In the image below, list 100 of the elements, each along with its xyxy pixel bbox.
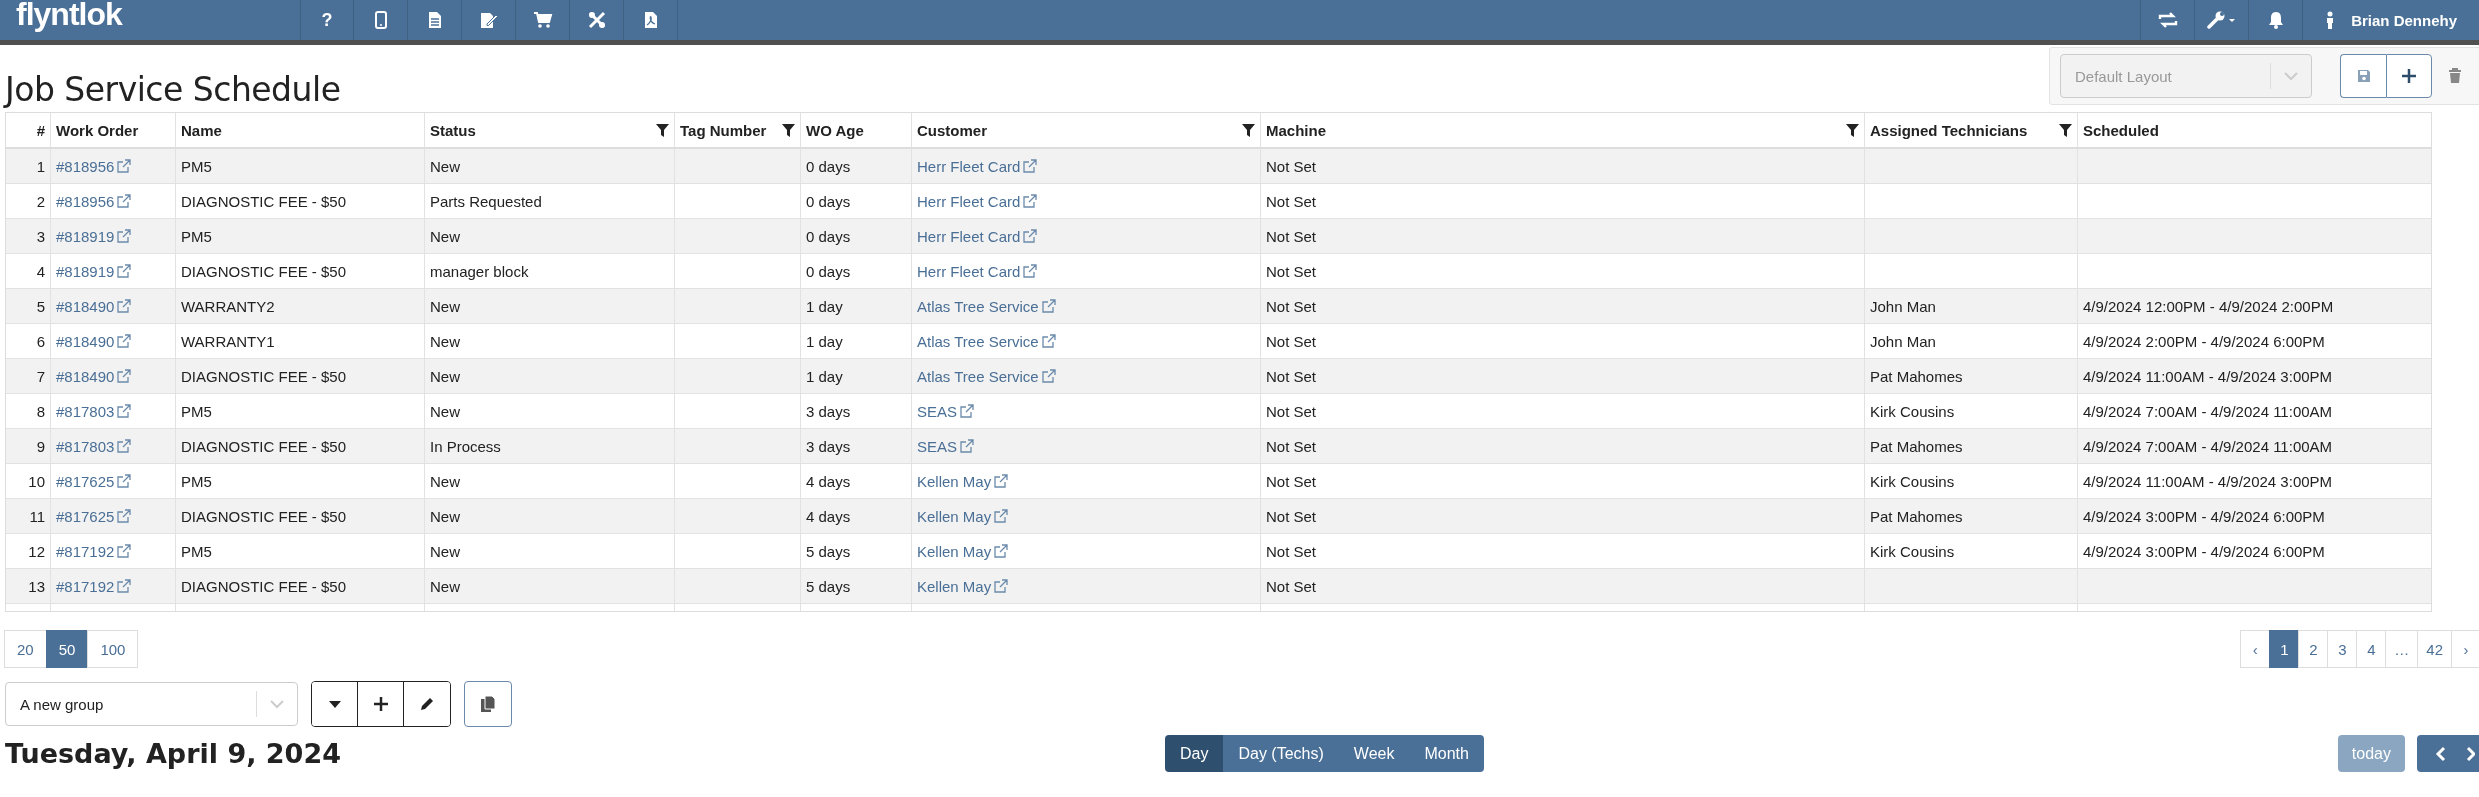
link[interactable]: #817803: [56, 402, 132, 420]
link[interactable]: #818919: [56, 227, 132, 245]
copy-button[interactable]: [464, 681, 512, 727]
plus-icon: [372, 696, 389, 712]
page-link[interactable]: 3: [2327, 630, 2358, 668]
link[interactable]: #818490: [56, 367, 132, 385]
table-cell: Not Set: [1266, 437, 1317, 455]
next-icon[interactable]: [2465, 745, 2475, 762]
column-header[interactable]: Work Order: [51, 113, 176, 147]
table-cell: New: [430, 332, 460, 350]
external-link-icon: [117, 229, 132, 243]
column-header[interactable]: Scheduled: [2078, 113, 2431, 147]
view-tab[interactable]: Week: [1338, 735, 1410, 772]
link[interactable]: Herr Fleet Card: [917, 262, 1038, 280]
table-cell: 7: [36, 367, 45, 385]
external-link-icon: [117, 194, 132, 208]
link[interactable]: Atlas Tree Service: [917, 297, 1056, 315]
link[interactable]: SEAS: [917, 437, 975, 455]
table-cell: manager block: [430, 262, 529, 280]
link[interactable]: #817192: [56, 542, 132, 560]
table-cell: New: [430, 227, 460, 245]
page-size-option[interactable]: 100: [87, 630, 139, 668]
column-header[interactable]: Assigned Technicians: [1865, 113, 2078, 147]
link[interactable]: #817625: [56, 507, 132, 525]
column-header[interactable]: Customer: [912, 113, 1261, 147]
link[interactable]: #817803: [56, 437, 132, 455]
external-link-icon: [117, 544, 132, 558]
save-button[interactable]: [2340, 54, 2386, 98]
date-heading: Tuesday, April 9, 2024: [5, 738, 342, 769]
page-link[interactable]: ‹: [2240, 630, 2271, 668]
link[interactable]: Atlas Tree Service: [917, 367, 1056, 385]
link[interactable]: #817625: [56, 472, 132, 490]
table-cell: New: [430, 577, 460, 595]
page-link[interactable]: 42: [2417, 630, 2452, 668]
column-header[interactable]: Tag Number: [675, 113, 801, 147]
external-link-icon: [960, 439, 975, 453]
table-cell: New: [430, 542, 460, 560]
page-size-option[interactable]: 20: [4, 630, 47, 668]
link[interactable]: Herr Fleet Card: [917, 227, 1038, 245]
link[interactable]: Kellen May: [917, 542, 1009, 560]
table-cell: PM5: [181, 227, 212, 245]
link[interactable]: #818490: [56, 297, 132, 315]
filter-icon[interactable]: [656, 123, 669, 137]
pdf-document-icon: [643, 11, 658, 29]
page-link[interactable]: 1: [2269, 630, 2300, 668]
filter-icon[interactable]: [1242, 123, 1255, 137]
link[interactable]: #818956: [56, 157, 132, 175]
column-header[interactable]: Machine: [1261, 113, 1865, 147]
external-link-icon: [117, 299, 132, 313]
link[interactable]: Atlas Tree Service: [917, 332, 1056, 350]
link[interactable]: Kellen May: [917, 507, 1009, 525]
logo[interactable]: flyntlok: [0, 0, 300, 40]
link[interactable]: #818490: [56, 332, 132, 350]
group-select[interactable]: A new group: [5, 682, 298, 726]
table-cell: 0 days: [806, 262, 851, 280]
external-link-icon: [994, 509, 1009, 523]
pencil-icon: [419, 696, 435, 712]
table-cell: 13: [28, 577, 45, 595]
view-tab[interactable]: Day: [1165, 735, 1224, 772]
chevron-down-icon: [269, 699, 285, 709]
link[interactable]: #818919: [56, 262, 132, 280]
filter-icon[interactable]: [2059, 123, 2072, 137]
page-size-option[interactable]: 50: [45, 630, 89, 668]
add-layout-button[interactable]: [2386, 54, 2432, 98]
view-tab[interactable]: Month: [1409, 735, 1484, 772]
help-button[interactable]: ?: [300, 0, 354, 40]
table-cell: 4 days: [806, 507, 851, 525]
external-link-icon: [117, 579, 132, 593]
edit-document-icon: [479, 11, 498, 29]
table-cell: New: [430, 507, 460, 525]
external-link-icon: [994, 544, 1009, 558]
column-header[interactable]: WO Age: [801, 113, 912, 147]
bell-icon: [2267, 11, 2284, 29]
dropdown-button[interactable]: [312, 682, 358, 726]
column-header[interactable]: Name: [176, 113, 425, 147]
filter-icon[interactable]: [1846, 123, 1859, 137]
link[interactable]: Herr Fleet Card: [917, 157, 1038, 175]
page-link[interactable]: 4: [2356, 630, 2387, 668]
link[interactable]: SEAS: [917, 402, 975, 420]
page-link[interactable]: ›: [2451, 630, 2479, 668]
view-tab[interactable]: Day (Techs): [1223, 735, 1339, 772]
link[interactable]: #818956: [56, 192, 132, 210]
column-header[interactable]: #: [6, 113, 51, 147]
tools-icon: [587, 11, 606, 29]
table-cell: 1 day: [806, 297, 843, 315]
table-cell: 0 days: [806, 157, 851, 175]
previous-icon[interactable]: [2435, 745, 2447, 762]
page-link[interactable]: 2: [2298, 630, 2329, 668]
link[interactable]: Herr Fleet Card: [917, 192, 1038, 210]
link[interactable]: #817192: [56, 577, 132, 595]
table-cell: 3: [36, 227, 45, 245]
table-cell: Pat Mahomes: [1870, 507, 1963, 525]
user-menu[interactable]: Brian Dennehy: [2302, 0, 2479, 40]
table-cell: PM5: [181, 402, 212, 420]
filter-icon[interactable]: [782, 123, 795, 137]
link[interactable]: Kellen May: [917, 472, 1009, 490]
page-link[interactable]: …: [2385, 630, 2419, 668]
link[interactable]: Kellen May: [917, 577, 1009, 595]
column-header[interactable]: Status: [425, 113, 675, 147]
table-cell: 5: [36, 297, 45, 315]
